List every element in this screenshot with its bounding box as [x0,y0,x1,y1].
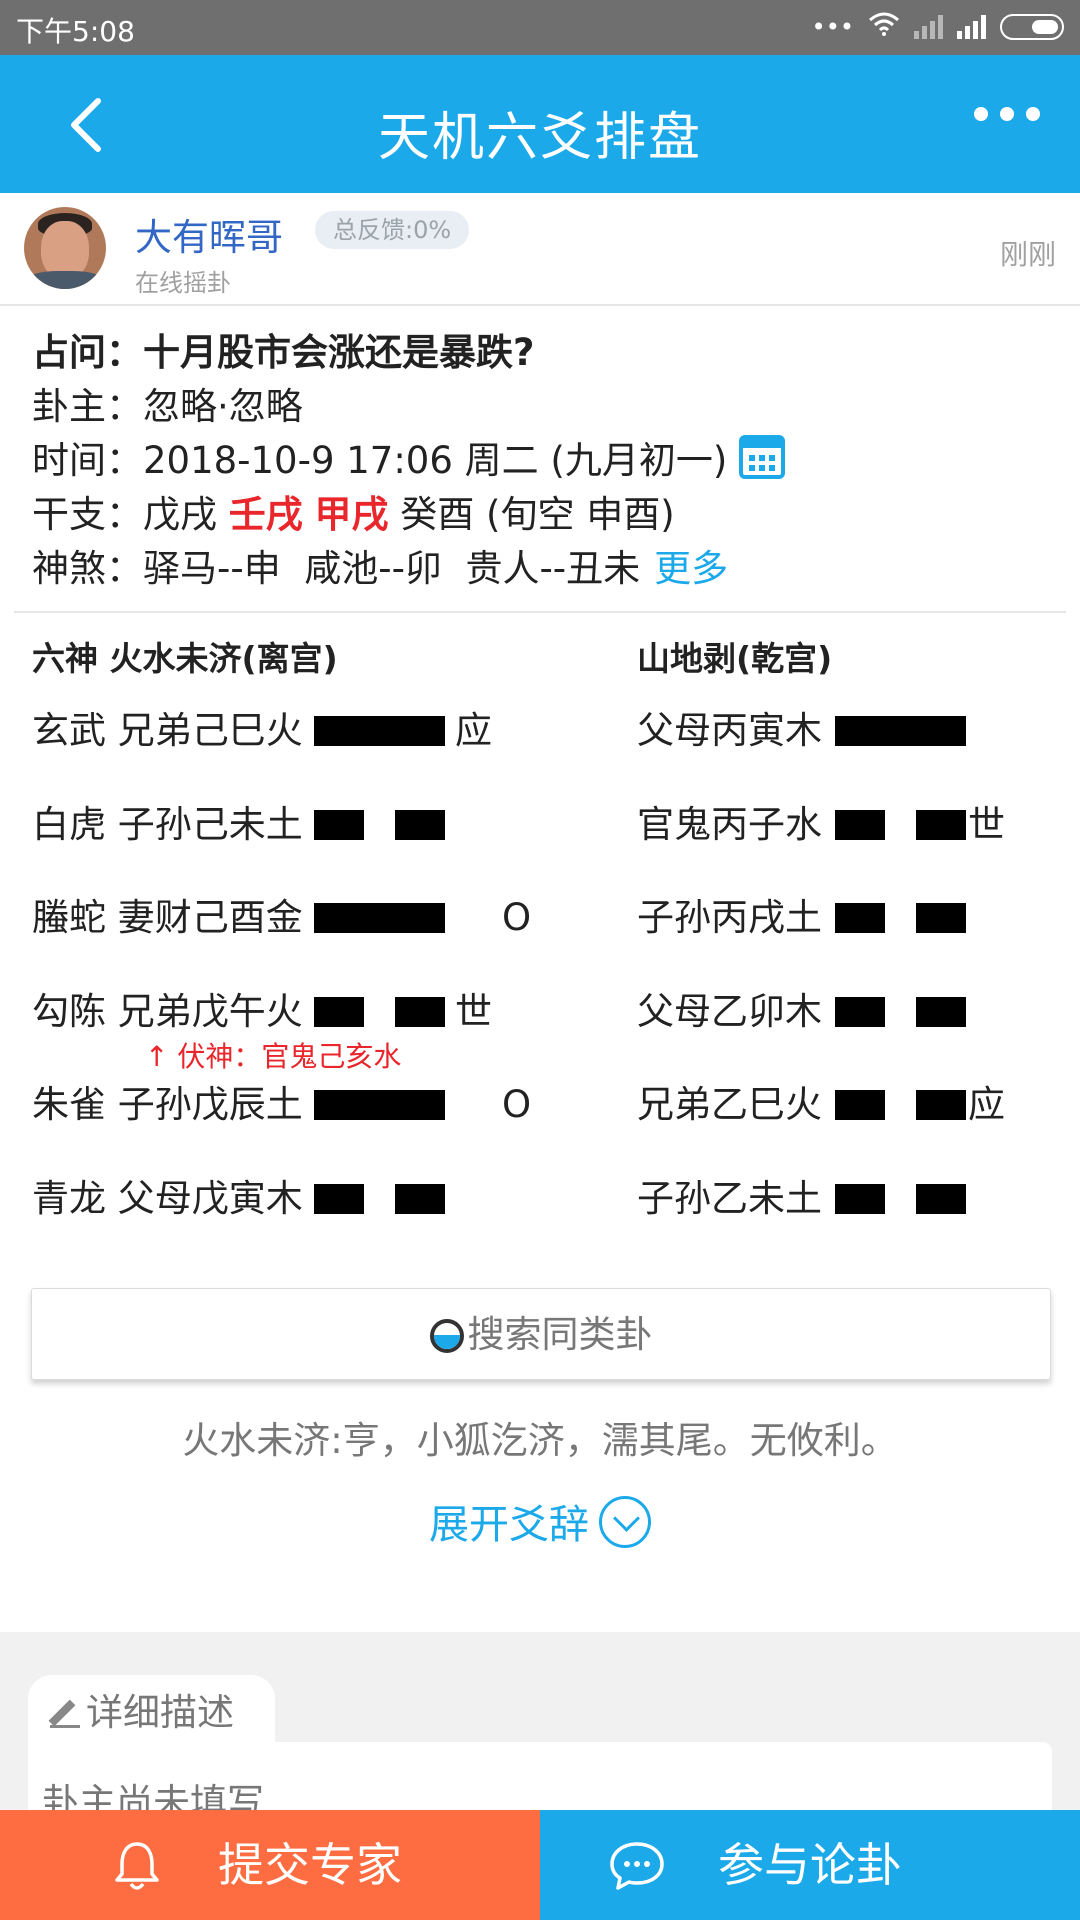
right-yin-line-segment [835,1090,885,1120]
right-yao-row: 子孙丙戌土 [637,896,822,939]
submit-expert-label: 提交专家 [218,1838,402,1892]
detail-tab-label: 详细描述 [86,1691,234,1734]
status-bar: 下午5:08 ••• [0,0,1080,55]
time-label: 时间： [32,439,143,482]
fushen-note: ↑ 伏神：官鬼己亥水 [145,1040,402,1073]
expand-yaoci-button[interactable]: 展开爻辞 [0,1492,1080,1550]
join-discussion-label: 参与论卦 [718,1838,902,1892]
more-dots-icon: ••• [811,13,854,41]
right-yao-row: 官鬼丙子水 [637,803,822,846]
left-yao-mark: 应 [455,709,492,752]
left-yao-row: 青龙 父母戊寅木 [32,1177,303,1220]
right-yao-row: 父母丙寅木 [637,709,822,752]
ganzhi-month: 壬戌 [228,493,303,536]
right-yao-row: 父母乙卯木 [637,990,822,1033]
shensha-text: 驿马--申 咸池--卯 贵人--丑未 [143,547,641,590]
left-yao-row: 勾陈 兄弟戊午火 [32,990,303,1033]
left-yin-line-segment [395,810,445,840]
search-similar-label: 搜索同类卦 [467,1313,653,1356]
right-yin-line-segment [835,997,885,1027]
time-text: 2018-10-9 17:06 周二 (九月初一) [143,439,728,482]
search-icon [429,1319,464,1353]
right-yin-line-segment [916,1090,966,1120]
bell-icon [115,1842,159,1890]
owner-text: 忽略·忽略 [143,385,303,428]
signal-icon [914,15,943,39]
left-yao-row: 螣蛇 妻财己酉金 [32,896,303,939]
right-yin-line-segment [916,1184,966,1214]
right-yao-mark: 世 [968,803,1005,846]
hexagram-left-title: 六神 火水未济(离宫) [32,639,338,678]
right-yao-mark: 应 [968,1083,1005,1126]
more-link[interactable]: 更多 [654,547,728,590]
right-yin-line-segment [916,903,966,933]
signal-icon [957,15,986,39]
left-yang-line [314,1090,445,1120]
more-menu-button[interactable] [974,107,1040,121]
divider [14,611,1066,613]
right-yao-row: 子孙乙未土 [637,1177,822,1220]
time-line: 时间：2018-10-9 17:06 周二 (九月初一) [32,434,1052,488]
moving-line-mark: O [502,1083,532,1126]
avatar[interactable] [24,207,106,289]
user-subtitle: 在线摇卦 [135,269,231,297]
expand-label: 展开爻辞 [429,1502,589,1548]
status-time: 下午5:08 [16,15,135,48]
feedback-badge: 总反馈:0% [315,211,470,249]
app-bar: 天机六爻排盘 [0,55,1080,193]
status-icons: ••• [812,12,1064,42]
right-yin-line-segment [835,1184,885,1214]
pencil-icon [50,1698,80,1728]
owner-line: 卦主：忽略·忽略 [32,380,1052,434]
right-yang-line [835,716,966,746]
moving-line-mark: O [502,896,532,939]
left-yang-line [314,903,445,933]
owner-label: 卦主： [32,385,143,428]
left-yao-row: 朱雀 子孙戊辰土 [32,1083,303,1126]
page-title: 天机六爻排盘 [377,108,702,168]
hexagram-description: 火水未济:亨，小狐汔济，濡其尾。无攸利。 [182,1419,898,1462]
chevron-down-icon [599,1496,651,1548]
user-row: 大有晖哥 总反馈:0% 在线摇卦 刚刚 [0,193,1080,306]
left-yin-line-segment [395,1184,445,1214]
right-yin-line-segment [916,810,966,840]
join-discussion-button[interactable]: 参与论卦 [540,1810,1080,1920]
detail-tab[interactable]: 详细描述 [28,1675,275,1750]
search-similar-button[interactable]: 搜索同类卦 [31,1288,1051,1380]
left-yin-line-segment [395,997,445,1027]
divination-info: 占问：十月股市会涨还是暴跌? 卦主：忽略·忽略 时间：2018-10-9 17:… [32,326,1052,596]
post-time: 刚刚 [999,238,1056,271]
left-yang-line [314,716,445,746]
ganzhi-label: 干支： [32,493,143,536]
shensha-line: 神煞：驿马--申 咸池--卯 贵人--丑未 更多 [32,542,1052,596]
left-yin-line-segment [314,1184,364,1214]
right-yin-line-segment [835,903,885,933]
shensha-label: 神煞： [32,547,143,590]
right-yao-row: 兄弟乙巳火 [637,1083,822,1126]
wifi-icon [868,12,900,42]
user-name[interactable]: 大有晖哥 [135,207,283,261]
question-label: 占问： [32,331,143,374]
question-line: 占问：十月股市会涨还是暴跌? [32,326,1052,380]
left-yin-line-segment [314,997,364,1027]
submit-expert-button[interactable]: 提交专家 [0,1810,540,1920]
ganzhi-day: 甲戌 [314,493,389,536]
right-yin-line-segment [835,810,885,840]
left-yao-mark: 世 [455,990,492,1033]
left-yao-row: 白虎 子孙己未土 [32,803,303,846]
ganzhi-hour: 癸酉 (旬空 申酉) [400,493,675,536]
chat-icon [610,1842,664,1890]
hexagram-right-title: 山地剥(乾宫) [637,639,833,678]
left-yin-line-segment [314,810,364,840]
ganzhi-year: 戊戌 [143,493,217,536]
battery-icon [1000,14,1064,40]
right-yin-line-segment [916,997,966,1027]
left-yao-row: 玄武 兄弟己巳火 [32,709,303,752]
question-text: 十月股市会涨还是暴跌? [143,331,535,374]
ganzhi-line: 干支：戊戌 壬戌 甲戌 癸酉 (旬空 申酉) [32,488,1052,542]
calendar-icon[interactable] [739,435,786,479]
